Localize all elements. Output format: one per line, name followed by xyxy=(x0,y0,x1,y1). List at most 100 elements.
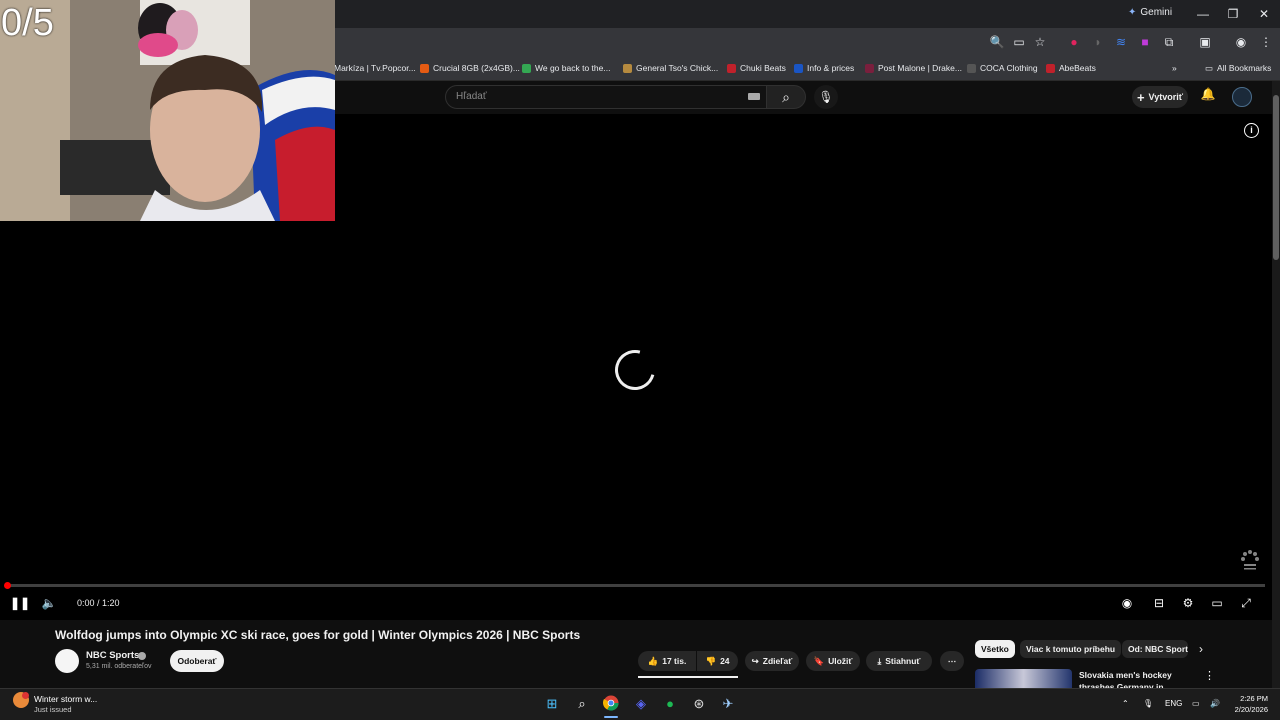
active-app-indicator xyxy=(604,716,618,718)
taskbar-search-icon[interactable]: ⌕ xyxy=(573,695,591,713)
bookmark-item[interactable]: Info & prices xyxy=(794,61,854,75)
search-input[interactable]: Hľadať xyxy=(445,85,767,109)
chrome-taskbar-icon[interactable] xyxy=(602,695,620,713)
cast-icon[interactable]: ▭ xyxy=(1010,33,1028,51)
speaker-icon[interactable]: 🔊 xyxy=(1210,699,1220,708)
weather-alert-badge xyxy=(22,692,29,699)
more-horizontal-icon: ⋯ xyxy=(947,655,957,666)
minimize-button[interactable]: — xyxy=(1193,4,1213,24)
download-icon: ⤓ xyxy=(877,655,882,666)
dislike-button[interactable]: 👎 24 xyxy=(697,651,738,671)
spotify-icon[interactable]: ● xyxy=(661,695,679,713)
extension-purple-icon[interactable]: ■ xyxy=(1136,33,1154,51)
save-button[interactable]: 🔖 Uložiť xyxy=(806,651,860,671)
more-actions-button[interactable]: ⋯ xyxy=(940,651,964,671)
nbc-peacock-watermark xyxy=(1241,550,1259,570)
share-icon: ↪ xyxy=(751,655,759,666)
autoplay-toggle[interactable]: ◉ xyxy=(1118,594,1136,612)
scrollbar-thumb[interactable] xyxy=(1273,95,1279,260)
bookmark-item[interactable]: Markíza | Tv.Popcor... xyxy=(334,61,416,75)
fullscreen-icon[interactable]: ⤢ xyxy=(1237,594,1255,612)
bookmark-favicon xyxy=(1046,63,1055,73)
close-window-button[interactable]: ✕ xyxy=(1254,4,1274,24)
search-icon: ⌕ xyxy=(782,89,790,105)
subscribe-button[interactable]: Odoberať xyxy=(170,650,224,672)
thumbs-up-icon: 👍 xyxy=(647,655,659,666)
app-icon[interactable]: ⊛ xyxy=(690,695,708,713)
volume-icon[interactable]: 🔈 xyxy=(40,594,58,612)
profile-avatar-icon[interactable]: ◉ xyxy=(1232,33,1250,51)
voice-search-button[interactable]: 🎙 xyxy=(814,85,838,109)
channel-name[interactable]: NBC Sports xyxy=(86,650,139,661)
bookmark-item[interactable]: Crucial 8GB (2x4GB)... xyxy=(420,61,520,75)
folder-icon: ▭ xyxy=(1205,62,1214,73)
progress-bar[interactable] xyxy=(7,584,1265,587)
search-button[interactable]: ⌕ xyxy=(766,85,806,109)
display-icon[interactable]: ▭ xyxy=(1192,699,1200,708)
account-avatar[interactable] xyxy=(1232,87,1252,107)
channel-avatar[interactable] xyxy=(55,649,79,673)
recommended-thumbnail[interactable] xyxy=(975,669,1072,689)
notifications-bell-icon[interactable]: 🔔 xyxy=(1199,87,1217,105)
bookmark-favicon xyxy=(967,63,976,73)
bookmark-favicon xyxy=(794,63,803,73)
chevron-right-icon[interactable]: › xyxy=(1193,640,1209,658)
time-display: 0:00 / 1:20 xyxy=(77,598,120,608)
side-panel-icon[interactable]: ▣ xyxy=(1196,33,1214,51)
windows-start-icon[interactable]: ⊞ xyxy=(543,695,561,713)
download-button[interactable]: ⤓ Stiahnuť xyxy=(866,651,932,671)
taskbar-clock[interactable]: 2:26 PM 2/20/2026 xyxy=(1226,693,1268,715)
bookmarks-overflow-icon[interactable]: » xyxy=(1172,61,1177,75)
more-vertical-icon[interactable]: ⋮ xyxy=(1204,669,1215,683)
bookmark-item[interactable]: AbeBeats xyxy=(1046,61,1096,75)
gemini-button[interactable]: ✦ Gemini xyxy=(1128,7,1172,18)
like-ratio-bar xyxy=(638,676,738,678)
chip-more-on-story[interactable]: Viac k tomuto príbehu xyxy=(1020,640,1122,658)
tray-mic-icon[interactable]: 🎙 xyxy=(1143,699,1153,708)
extension-red-icon[interactable]: ● xyxy=(1065,33,1083,51)
bookmark-item[interactable]: Post Malone | Drake... xyxy=(865,61,962,75)
bookmark-item[interactable]: General Tso's Chick... xyxy=(623,61,718,75)
bookmark-item[interactable]: COCA Clothing xyxy=(967,61,1038,75)
bookmark-favicon xyxy=(522,63,531,73)
all-bookmarks-button[interactable]: ▭ All Bookmarks xyxy=(1205,61,1271,75)
chip-from-channel[interactable]: Od: NBC Sports xyxy=(1122,640,1188,658)
bookmark-star-icon[interactable]: ☆ xyxy=(1031,33,1049,51)
bookmark-favicon xyxy=(623,63,632,73)
recommended-title[interactable]: Slovakia men's hockey thrashes Germany i… xyxy=(1079,669,1204,689)
subtitles-icon[interactable]: ⊟ xyxy=(1150,594,1168,612)
steam-icon[interactable]: ✈ xyxy=(719,695,737,713)
restore-button[interactable]: ❐ xyxy=(1223,4,1243,24)
bookmark-favicon xyxy=(727,63,736,73)
theater-mode-icon[interactable]: ▭ xyxy=(1208,594,1226,612)
discord-icon[interactable]: ◈ xyxy=(632,695,650,713)
chip-all[interactable]: Všetko xyxy=(975,640,1015,658)
weather-title[interactable]: Winter storm w... xyxy=(34,694,97,704)
extension-audio-icon[interactable]: ≋ xyxy=(1112,33,1130,51)
keyboard-icon[interactable] xyxy=(748,93,760,100)
plus-icon: + xyxy=(1136,89,1145,105)
subscriber-count: 5,31 mil. odberateľov xyxy=(86,663,152,670)
settings-gear-icon[interactable]: ⚙ xyxy=(1179,594,1197,612)
zoom-icon[interactable]: 🔍 xyxy=(988,33,1006,51)
progress-scrubber[interactable] xyxy=(4,582,11,589)
bookmark-item[interactable]: Chuki Beats xyxy=(727,61,786,75)
microphone-icon: 🎙 xyxy=(818,90,834,104)
extension-gray-icon[interactable]: ◗ xyxy=(1089,33,1107,51)
verified-icon xyxy=(138,652,146,660)
info-icon[interactable]: i xyxy=(1244,123,1259,138)
bookmark-item[interactable]: We go back to the... xyxy=(522,61,610,75)
pause-button[interactable]: ❚❚ xyxy=(10,594,30,612)
create-button[interactable]: + Vytvoriť xyxy=(1132,86,1188,108)
bookmark-favicon xyxy=(420,63,429,73)
extensions-puzzle-icon[interactable]: ⧉ xyxy=(1160,33,1178,51)
language-indicator[interactable]: ENG xyxy=(1165,699,1182,708)
gemini-icon: ✦ xyxy=(1128,7,1137,18)
bookmark-icon: 🔖 xyxy=(813,655,825,666)
bookmark-favicon xyxy=(865,63,874,73)
like-button[interactable]: 👍 17 tis. xyxy=(638,651,696,671)
tray-overflow-icon[interactable]: ⌃ xyxy=(1122,699,1129,708)
chrome-menu-icon[interactable]: ⋮ xyxy=(1257,33,1275,51)
share-button[interactable]: ↪ Zdieľať xyxy=(745,651,799,671)
thumbs-down-icon: 👎 xyxy=(705,655,717,666)
